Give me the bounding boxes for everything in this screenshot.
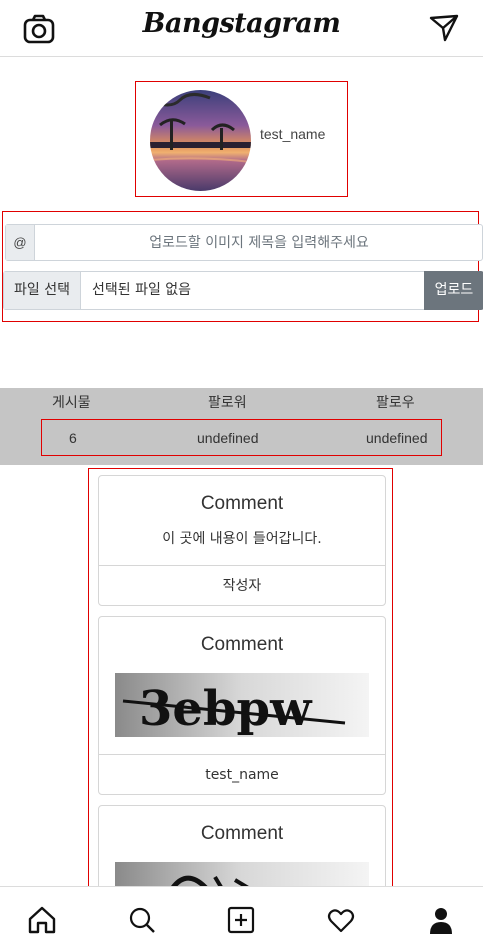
image-title-input[interactable] [36,225,482,260]
search-icon[interactable] [127,905,157,935]
profile-stats: 게시물 팔로워 팔로우 6 undefined undefined [0,388,483,465]
app-logo: Bangstagram [142,8,341,39]
card-text: 이 곳에 내용이 들어갑니다. [162,531,322,547]
send-icon[interactable] [428,12,460,44]
post-image [115,862,369,886]
file-status-text: 선택된 파일 없음 [92,282,192,298]
following-count[interactable]: undefined [366,430,428,446]
followers-count[interactable]: undefined [197,430,259,446]
post-image: 3ebpw [115,673,369,737]
at-prefix: @ [6,225,35,260]
upload-button[interactable]: 업로드 [424,271,483,310]
upload-form: @ 파일 선택 선택된 파일 없음 업로드 [2,211,483,322]
post-card[interactable]: Comment 3ebpw test_name [98,616,386,795]
heart-icon[interactable] [326,905,356,935]
card-title: Comment [200,493,284,514]
profile-icon[interactable] [426,905,456,935]
posts-count[interactable]: 6 [69,430,77,446]
post-card[interactable]: Comment [98,805,386,886]
card-title: Comment [200,634,284,655]
card-title: Comment [200,823,284,844]
bottom-navigation [0,886,483,952]
profile-username: test_name [260,126,326,142]
avatar[interactable] [150,90,251,191]
card-author: 작성자 [99,565,385,605]
title-input-group: @ [5,224,483,261]
card-author: test_name [99,754,385,794]
home-icon[interactable] [27,905,57,935]
file-select-button[interactable]: 파일 선택 [4,272,81,309]
post-card[interactable]: Comment 이 곳에 내용이 들어갑니다. 작성자 [98,475,386,606]
stats-values: 6 undefined undefined [41,419,442,456]
following-label: 팔로우 [376,395,415,411]
post-feed: Comment 이 곳에 내용이 들어갑니다. 작성자 Comment 3ebp… [88,468,393,887]
file-input-group: 파일 선택 선택된 파일 없음 업로드 [3,271,483,310]
svg-text:3ebpw: 3ebpw [139,681,313,737]
add-post-icon[interactable] [226,905,256,935]
top-header: Bangstagram [0,0,483,57]
posts-label: 게시물 [52,395,91,411]
followers-label: 팔로워 [208,395,247,411]
profile-section: test_name [135,81,348,197]
